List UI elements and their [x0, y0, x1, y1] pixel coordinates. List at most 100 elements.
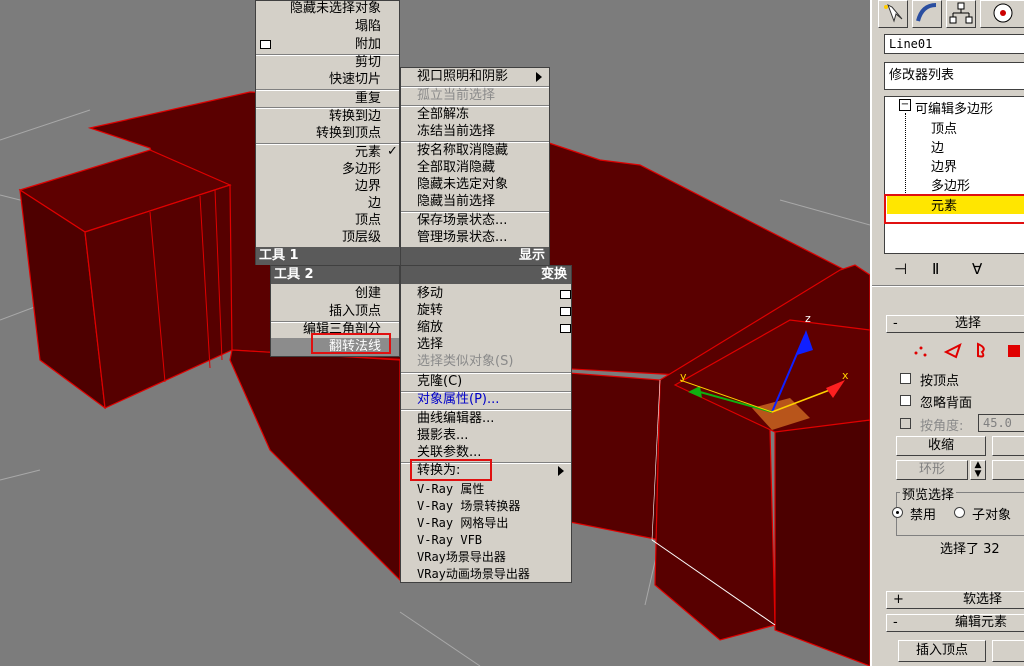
- rollout-plus: +: [893, 592, 904, 607]
- menu-item-hide-unselected[interactable]: 隐藏未选择对象: [256, 0, 399, 18]
- by-angle-label: 按角度:: [920, 419, 964, 434]
- cursor-star-icon: [884, 3, 903, 23]
- menu-item-save-scene-state[interactable]: 保存场景状态...: [401, 212, 549, 230]
- by-vertex-label: 按顶点: [920, 374, 960, 389]
- gizmo-x-label: x: [842, 369, 849, 382]
- menu-item-hide-selection[interactable]: 隐藏当前选择: [401, 193, 549, 211]
- menu-item-attach[interactable]: 附加: [256, 36, 399, 54]
- menu-item-hide-unselected-objects[interactable]: 隐藏未选定对象: [401, 176, 549, 194]
- settings-box-icon[interactable]: [560, 324, 571, 333]
- menu-item-edge[interactable]: 边: [256, 195, 399, 213]
- menu-item-create[interactable]: 创建: [271, 285, 399, 303]
- show-end-result-icon[interactable]: Ⅱ: [932, 260, 939, 278]
- ring-spinner[interactable]: ▲ ▼: [970, 460, 986, 480]
- rollout-edit-elements-header[interactable]: - 编辑元素: [886, 614, 1024, 632]
- menu-item-unhide-all[interactable]: 全部取消隐藏: [401, 159, 549, 177]
- rollout-minus: -: [893, 615, 898, 630]
- menu-item-vray-properties[interactable]: V-Ray 属性: [401, 480, 571, 498]
- menu-item-polygon[interactable]: 多边形: [256, 161, 399, 179]
- menu-item-select[interactable]: 选择: [401, 336, 571, 354]
- hierarchy-tab[interactable]: [946, 0, 976, 28]
- stack-item-vertex[interactable]: 顶点: [931, 118, 957, 137]
- sub-object-radio[interactable]: [954, 507, 965, 518]
- menu-item-rotate[interactable]: 旋转: [401, 302, 571, 320]
- menu-item-manage-scene-states[interactable]: 管理场景状态...: [401, 229, 549, 247]
- menu-item-convert-to-vertex[interactable]: 转换到顶点: [256, 125, 399, 143]
- menu-item-cut[interactable]: 剪切: [256, 54, 399, 72]
- collapse-icon[interactable]: −: [899, 99, 911, 111]
- disable-radio[interactable]: [892, 507, 903, 518]
- object-name-field[interactable]: Line01: [884, 34, 1024, 54]
- settings-box-icon[interactable]: [560, 290, 571, 299]
- highlight-box-convert-to: [410, 459, 492, 481]
- quad-header-tools1: 工具 1: [256, 247, 401, 265]
- bend-icon: [916, 3, 937, 22]
- menu-item-dope-sheet[interactable]: 摄影表...: [401, 427, 571, 445]
- rollout-selection-title: 选择: [955, 316, 982, 331]
- menu-item-select-similar: 选择类似对象(S): [417, 354, 514, 369]
- by-vertex-checkbox[interactable]: [900, 373, 911, 384]
- hierarchy-icon: [949, 2, 973, 24]
- pin-stack-icon[interactable]: ⊣: [894, 260, 907, 278]
- menu-item-vray-scene-converter[interactable]: V-Ray 场景转换器: [401, 497, 571, 515]
- settings-box-icon[interactable]: [560, 307, 571, 316]
- menu-item-vertex[interactable]: 顶点: [256, 212, 399, 230]
- menu-item-vray-mesh-export[interactable]: V-Ray 网格导出: [401, 514, 571, 532]
- flip-button[interactable]: [992, 640, 1024, 662]
- menu-item-repeat[interactable]: 重复: [256, 90, 399, 108]
- insert-vertex-button[interactable]: 插入顶点: [898, 640, 986, 662]
- menu-item-unhide-by-name[interactable]: 按名称取消隐藏: [401, 142, 549, 160]
- menu-item-insert-vertex[interactable]: 插入顶点: [271, 303, 399, 321]
- modifier-stack[interactable]: − 可编辑多边形 顶点 边 边界 多边形 元素: [884, 96, 1024, 254]
- menu-item-convert-to-edge[interactable]: 转换到边: [256, 108, 399, 126]
- highlight-box-element: [884, 194, 1024, 224]
- grow-button[interactable]: [992, 436, 1024, 456]
- shrink-button[interactable]: 收缩: [896, 436, 986, 456]
- quad-header-transform: 变换: [401, 266, 571, 284]
- rollout-soft-selection-header[interactable]: + 软选择: [886, 591, 1024, 609]
- menu-item-vray-scene-exporter[interactable]: VRay场景导出器: [401, 548, 571, 566]
- by-angle-checkbox[interactable]: [900, 418, 911, 429]
- modify-tab[interactable]: [912, 0, 942, 28]
- menu-item-scale[interactable]: 缩放: [401, 319, 571, 337]
- ignore-backface-label: 忽略背面: [920, 396, 973, 411]
- menu-item-object-properties[interactable]: 对象属性(P)...: [401, 391, 571, 409]
- loop-button[interactable]: [992, 460, 1024, 480]
- menu-item-vray-vfb[interactable]: V-Ray VFB: [401, 531, 571, 549]
- create-tab[interactable]: [878, 0, 908, 28]
- menu-item-quickslice[interactable]: 快速切片: [256, 71, 399, 89]
- angle-value-field[interactable]: 45.0: [978, 414, 1024, 432]
- menu-item-collapse[interactable]: 塌陷: [256, 18, 399, 36]
- ignore-backface-checkbox[interactable]: [900, 395, 911, 406]
- submenu-arrow-icon: [536, 72, 542, 82]
- rollout-minus: -: [893, 316, 898, 331]
- ring-button[interactable]: 环形: [896, 460, 968, 480]
- menu-item-freeze-selection[interactable]: 冻结当前选择: [401, 123, 549, 141]
- rollout-edit-elements-title: 编辑元素: [955, 615, 1008, 630]
- selection-level-icons[interactable]: [912, 340, 1022, 360]
- stack-item-border[interactable]: 边界: [931, 156, 957, 175]
- highlight-box-flip-normals: [311, 333, 391, 354]
- motion-tab[interactable]: [980, 0, 1024, 28]
- quad-menu-transform: 变换 移动 旋转 缩放 选择 选择类似对象(S) 克隆(C) 对象属性(P)..…: [400, 265, 572, 583]
- menu-item-element[interactable]: 元素: [256, 144, 399, 162]
- selection-count-text: 选择了 32: [940, 542, 1000, 557]
- menu-item-clone[interactable]: 克隆(C): [401, 373, 571, 391]
- disable-label: 禁用: [910, 508, 937, 523]
- menu-item-border[interactable]: 边界: [256, 178, 399, 196]
- menu-item-move[interactable]: 移动: [401, 285, 571, 303]
- menu-item-viewport-lighting[interactable]: 视口照明和阴影: [401, 68, 549, 86]
- make-unique-icon[interactable]: ∀: [972, 260, 982, 278]
- quad-header-tools2: 工具 2: [271, 266, 399, 284]
- menu-item-vray-animation-exporter[interactable]: VRay动画场景导出器: [401, 565, 571, 583]
- modifier-list-dropdown[interactable]: 修改器列表: [884, 62, 1024, 90]
- menu-item-unfreeze-all[interactable]: 全部解冻: [401, 106, 549, 124]
- rollout-selection-header[interactable]: - 选择: [886, 315, 1024, 333]
- stack-item-edge[interactable]: 边: [931, 137, 944, 156]
- quad-menu-display: 视口照明和阴影 孤立当前选择 全部解冻 冻结当前选择 按名称取消隐藏 全部取消隐…: [400, 67, 550, 265]
- menu-item-top-level[interactable]: 顶层级: [256, 229, 399, 247]
- menu-item-curve-editor[interactable]: 曲线编辑器...: [401, 410, 571, 428]
- stack-item-editable-poly[interactable]: 可编辑多边形: [915, 98, 993, 117]
- sub-object-label: 子对象: [972, 508, 1012, 523]
- stack-item-polygon[interactable]: 多边形: [931, 175, 970, 194]
